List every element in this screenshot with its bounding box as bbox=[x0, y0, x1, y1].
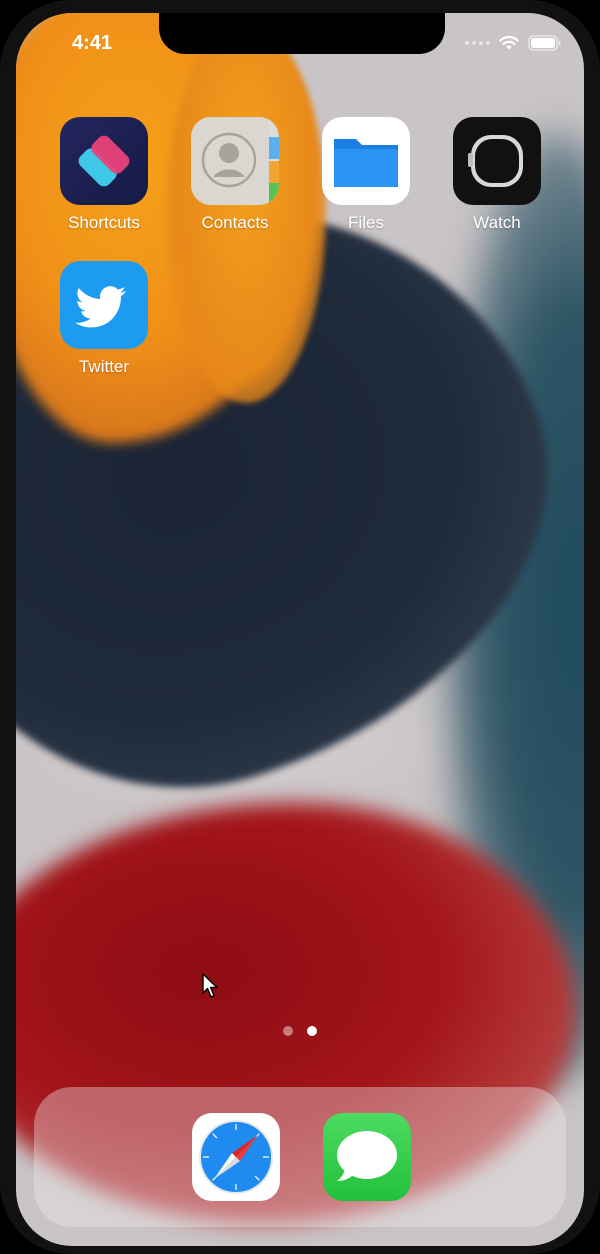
messages-icon[interactable] bbox=[323, 1113, 411, 1201]
watch-icon bbox=[453, 117, 541, 205]
page-dot-current bbox=[307, 1026, 317, 1036]
app-shortcuts[interactable]: Shortcuts bbox=[49, 117, 159, 233]
mouse-cursor-icon bbox=[202, 973, 218, 998]
status-time: 4:41 bbox=[72, 32, 113, 54]
page-dot bbox=[283, 1026, 293, 1036]
app-label: Twitter bbox=[78, 357, 130, 376]
status-icons bbox=[465, 35, 562, 51]
wifi-icon bbox=[499, 35, 519, 50]
twitter-icon bbox=[60, 261, 148, 349]
home-screen: 4:41 Shortcuts Contacts Files Watch Twit… bbox=[16, 13, 584, 1246]
page-indicator[interactable] bbox=[16, 1026, 584, 1036]
device-frame: 4:41 Shortcuts Contacts Files Watch Twit… bbox=[0, 0, 600, 1254]
app-contacts[interactable]: Contacts bbox=[180, 117, 290, 233]
app-label: Watch bbox=[473, 213, 521, 232]
cellular-signal-icon bbox=[465, 41, 490, 45]
safari-icon[interactable] bbox=[192, 1113, 280, 1201]
app-label: Contacts bbox=[201, 213, 269, 232]
files-icon bbox=[322, 117, 410, 205]
notch bbox=[159, 13, 445, 54]
app-label: Shortcuts bbox=[68, 213, 140, 232]
app-files[interactable]: Files bbox=[311, 117, 421, 233]
app-twitter[interactable]: Twitter bbox=[49, 261, 159, 377]
battery-icon bbox=[528, 35, 561, 51]
app-label: Files bbox=[348, 213, 384, 232]
shortcuts-icon bbox=[60, 117, 148, 205]
contacts-icon bbox=[191, 117, 279, 205]
app-watch[interactable]: Watch bbox=[442, 117, 552, 233]
dock bbox=[34, 1087, 566, 1227]
